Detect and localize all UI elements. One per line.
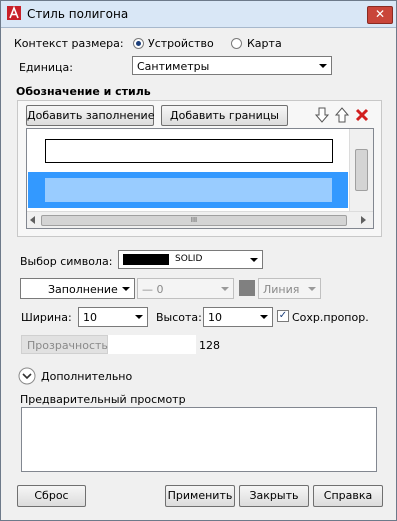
symbology-layer-list[interactable]: III: [26, 128, 374, 229]
radio-map-label[interactable]: Карта: [247, 37, 282, 50]
dash-select[interactable]: — 0: [137, 278, 234, 299]
dash-value: — 0: [142, 283, 164, 296]
line-type-value: Линия: [263, 283, 300, 296]
advanced-toggle-label[interactable]: Дополнительно: [41, 370, 132, 383]
window-title: Стиль полигона: [27, 7, 129, 21]
scroll-right-icon[interactable]: [360, 216, 366, 224]
preview-box: [21, 407, 377, 472]
line-type-select[interactable]: Линия: [258, 278, 321, 299]
radio-device[interactable]: [133, 38, 144, 49]
title-bar: Стиль полигона ✕: [1, 1, 396, 28]
add-fill-button[interactable]: Добавить заполнение: [26, 105, 154, 126]
unit-select-value: Сантиметры: [137, 60, 210, 73]
move-up-icon[interactable]: [333, 106, 351, 124]
size-context-label: Контекст размера:: [14, 37, 124, 50]
unit-select[interactable]: Сантиметры: [132, 56, 332, 75]
help-button[interactable]: Справка: [313, 485, 383, 507]
close-icon: ✕: [374, 7, 386, 21]
reset-button[interactable]: Сброс: [17, 485, 86, 507]
transparency-value: 128: [199, 339, 220, 352]
transparency-slider-fill: Прозрачность: [21, 335, 108, 354]
chevron-down-icon: [250, 258, 258, 262]
vertical-scrollbar[interactable]: [349, 129, 373, 211]
border-layer-preview: [45, 139, 333, 163]
apply-button[interactable]: Применить: [165, 485, 235, 507]
width-value: 10: [83, 311, 97, 324]
expand-chevron-icon[interactable]: [18, 367, 36, 385]
radio-map[interactable]: [231, 38, 242, 49]
chevron-down-icon: [221, 287, 229, 291]
chevron-down-icon: [135, 315, 143, 319]
move-down-icon[interactable]: [313, 106, 331, 124]
horizontal-scroll-thumb[interactable]: III: [41, 215, 347, 226]
add-border-button[interactable]: Добавить границы: [161, 105, 288, 126]
chevron-down-icon: [260, 315, 268, 319]
chevron-down-icon: [308, 287, 316, 291]
line-color-swatch[interactable]: [239, 280, 255, 296]
autocad-logo-icon: [7, 6, 21, 20]
fill-type-select[interactable]: Заполнение: [20, 278, 135, 299]
close-window-button[interactable]: ✕: [367, 6, 393, 24]
symbol-swatch: [123, 254, 169, 265]
keep-ratio-checkbox[interactable]: ✓: [277, 310, 289, 322]
scroll-left-icon[interactable]: [30, 216, 36, 224]
fill-layer-preview: [45, 178, 332, 202]
radio-device-label[interactable]: Устройство: [148, 37, 214, 50]
symbology-panel: Добавить заполнение Добавить границы III: [17, 100, 382, 237]
horizontal-scrollbar[interactable]: III: [27, 211, 373, 228]
preview-label: Предварительный просмотр: [20, 393, 186, 406]
symbol-select[interactable]: SOLID: [118, 250, 263, 269]
polygon-style-dialog: Стиль полигона ✕ Контекст размера: Устро…: [0, 0, 397, 521]
unit-label: Единица:: [19, 61, 73, 74]
chevron-down-icon: [122, 287, 130, 291]
height-label: Высота:: [156, 311, 202, 324]
transparency-label: Прозрачность: [27, 339, 108, 352]
list-item-selected[interactable]: [28, 172, 348, 208]
list-item[interactable]: [28, 134, 348, 168]
symbol-select-label: Выбор символа:: [20, 255, 113, 268]
keep-ratio-label[interactable]: Сохр.пропор.: [292, 311, 369, 324]
symbol-select-value: SOLID: [175, 254, 203, 264]
delete-icon[interactable]: [354, 107, 370, 123]
close-button[interactable]: Закрыть: [239, 485, 309, 507]
height-value: 10: [208, 311, 222, 324]
height-select[interactable]: 10: [203, 307, 273, 327]
chevron-down-icon: [319, 64, 327, 68]
width-select[interactable]: 10: [78, 307, 148, 327]
vertical-scroll-thumb[interactable]: [355, 149, 368, 191]
fill-type-value: Заполнение: [48, 283, 118, 296]
transparency-slider[interactable]: Прозрачность: [21, 335, 196, 354]
width-label: Ширина:: [21, 311, 72, 324]
symbology-section-title: Обозначение и стиль: [16, 85, 151, 98]
